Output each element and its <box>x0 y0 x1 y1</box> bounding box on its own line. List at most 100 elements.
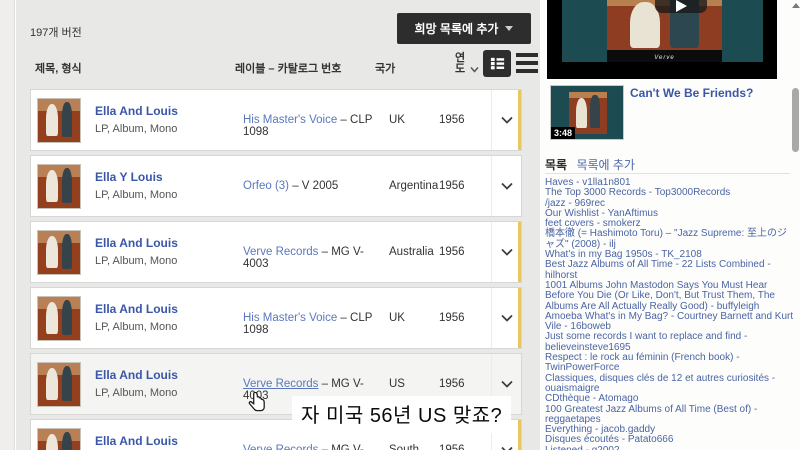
album-art-figure <box>45 170 59 202</box>
release-cover-thumbnail[interactable] <box>37 98 81 143</box>
release-year: 1956 <box>439 378 465 390</box>
column-header-country[interactable]: 국가 <box>375 60 395 76</box>
release-country: South Africa <box>389 444 420 450</box>
release-title-link[interactable]: Ella Y Louis <box>95 170 163 184</box>
release-format: LP, Album, Mono <box>95 321 178 333</box>
record-label-link[interactable]: Verve Records <box>243 246 318 258</box>
add-to-wishlist-button[interactable]: 희망 목록에 추가 <box>397 13 531 44</box>
video-stage: Verve <box>562 0 763 62</box>
add-to-list-link[interactable]: 목록에 추가 <box>576 158 635 172</box>
user-list-link[interactable]: Classiques, disques clés de 12 et autres… <box>545 373 795 395</box>
album-art-figure <box>45 368 59 400</box>
record-label-link[interactable]: Verve Records <box>243 378 318 390</box>
album-art-figure <box>45 104 59 136</box>
album-art-figure <box>61 366 73 401</box>
release-year: 1956 <box>439 312 465 324</box>
play-button[interactable] <box>655 0 707 13</box>
release-title-link[interactable]: Ella And Louis <box>95 434 178 448</box>
lists-section-header: 목록 목록에 추가 <box>545 156 635 173</box>
release-country: Australia <box>389 246 434 258</box>
expand-row-button[interactable] <box>491 288 521 348</box>
album-art-figure <box>61 234 73 269</box>
caret-down-icon <box>505 26 514 31</box>
release-cover-thumbnail[interactable] <box>37 164 81 209</box>
column-header-year[interactable]: 연도 <box>452 53 468 75</box>
user-list-link[interactable]: 100 Greatest Jazz Albums of All Time (Be… <box>545 404 795 426</box>
chevron-down-icon <box>500 248 513 256</box>
release-row[interactable]: Ella And Louis LP, Album, Mono His Maste… <box>30 89 522 151</box>
record-label-link[interactable]: His Master's Voice <box>243 312 337 324</box>
user-list-link[interactable]: 1001 Albums John Mastodon Says You Must … <box>545 280 795 312</box>
expand-row-button[interactable] <box>491 90 521 150</box>
record-label-link[interactable]: Orfeo (3) <box>243 180 289 192</box>
window-edge <box>0 0 15 450</box>
user-list-link[interactable]: Respect : le rock au féminin (French boo… <box>545 352 795 374</box>
column-header-label-catno[interactable]: 레이블 – 카탈로그 번호 <box>235 60 341 76</box>
year-sort-caret-icon[interactable] <box>470 60 479 78</box>
release-cover-thumbnail[interactable] <box>37 230 81 275</box>
release-title-link[interactable]: Ella And Louis <box>95 236 178 250</box>
album-art-figure <box>45 434 59 450</box>
view-toggle-compact-button[interactable] <box>516 53 538 73</box>
release-title-link[interactable]: Ella And Louis <box>95 302 178 316</box>
record-label-link[interactable]: His Master's Voice <box>243 114 337 126</box>
catalog-number: – V 2005 <box>289 180 339 192</box>
expand-row-button[interactable] <box>491 156 521 216</box>
release-country: Argentina <box>389 180 439 192</box>
video-title-link[interactable]: Can't We Be Friends? <box>630 86 753 100</box>
release-country: US <box>389 378 405 390</box>
album-art-figure <box>61 168 73 203</box>
release-cover-thumbnail[interactable] <box>37 362 81 407</box>
user-list-link[interactable]: Best Jazz Albums of All Time - 22 Lists … <box>545 260 795 281</box>
user-list-link[interactable]: Amoeba What's in My Bag? - Courtney Barn… <box>545 311 795 333</box>
video-thumbnail[interactable]: 3:48 <box>550 85 624 140</box>
scrollbar-thumb[interactable] <box>792 88 799 152</box>
release-country: UK <box>389 312 405 324</box>
release-row[interactable]: Ella And Louis LP, Album, Mono Verve Rec… <box>30 221 522 283</box>
release-format: LP, Album, Mono <box>95 189 178 201</box>
expand-row-button[interactable] <box>491 222 521 282</box>
release-cover-thumbnail[interactable] <box>37 296 81 341</box>
collection-flag-strip <box>518 222 521 282</box>
scrollbar-up-arrow[interactable] <box>791 0 800 8</box>
collection-flag-strip <box>518 420 521 450</box>
album-art-figure <box>45 236 59 268</box>
detailed-list-icon <box>490 57 504 70</box>
release-title-link[interactable]: Ella And Louis <box>95 368 178 382</box>
user-list-link[interactable]: Just some records I want to replace and … <box>545 332 795 353</box>
view-toggle-detailed-button[interactable] <box>483 50 511 77</box>
play-icon <box>676 0 687 12</box>
lists-header-label: 목록 <box>545 158 568 172</box>
chevron-down-icon <box>500 314 513 322</box>
release-row[interactable]: Ella Y Louis LP, Album, Mono Orfeo (3) –… <box>30 155 522 217</box>
chevron-down-icon <box>500 116 513 124</box>
release-title-link[interactable]: Ella And Louis <box>95 104 178 118</box>
release-year: 1956 <box>439 246 465 258</box>
compact-list-icon <box>516 53 538 57</box>
album-art-figure <box>61 102 73 137</box>
collection-flag-strip <box>518 90 521 150</box>
chevron-down-icon <box>500 380 513 388</box>
divider <box>545 173 790 174</box>
video-duration-badge: 3:48 <box>551 127 576 139</box>
mouse-cursor-hand <box>248 391 265 418</box>
user-list-link[interactable]: 橋本徹 (= Hashimoto Toru) – "Jazz Supreme: … <box>545 229 795 250</box>
verve-logo: Verve <box>654 55 675 61</box>
record-label-link[interactable]: Verve Records <box>243 444 318 450</box>
subtitle-caption: 자 미국 56년 US 맞죠? <box>292 396 512 433</box>
column-header-title-format[interactable]: 제목, 형식 <box>35 60 82 76</box>
chevron-down-icon <box>500 182 513 190</box>
chevron-down-icon <box>500 446 513 450</box>
user-list-link[interactable]: Listened - q2002 <box>545 445 795 450</box>
collection-flag-strip <box>518 288 521 348</box>
video-player[interactable]: Verve <box>547 0 777 79</box>
user-list-link[interactable]: CDthèque - Atomago <box>545 393 795 404</box>
release-format: LP, Album, Mono <box>95 123 178 135</box>
release-row[interactable]: Ella And Louis LP, Album, Mono His Maste… <box>30 287 522 349</box>
album-art-figure <box>61 432 73 450</box>
user-lists: Haves - v1lla1n801 The Top 3000 Records -… <box>545 177 795 450</box>
add-to-wishlist-label: 희망 목록에 추가 <box>414 22 499 36</box>
release-year: 1956 <box>439 114 465 126</box>
release-cover-thumbnail[interactable] <box>37 428 81 450</box>
release-country: UK <box>389 114 405 126</box>
